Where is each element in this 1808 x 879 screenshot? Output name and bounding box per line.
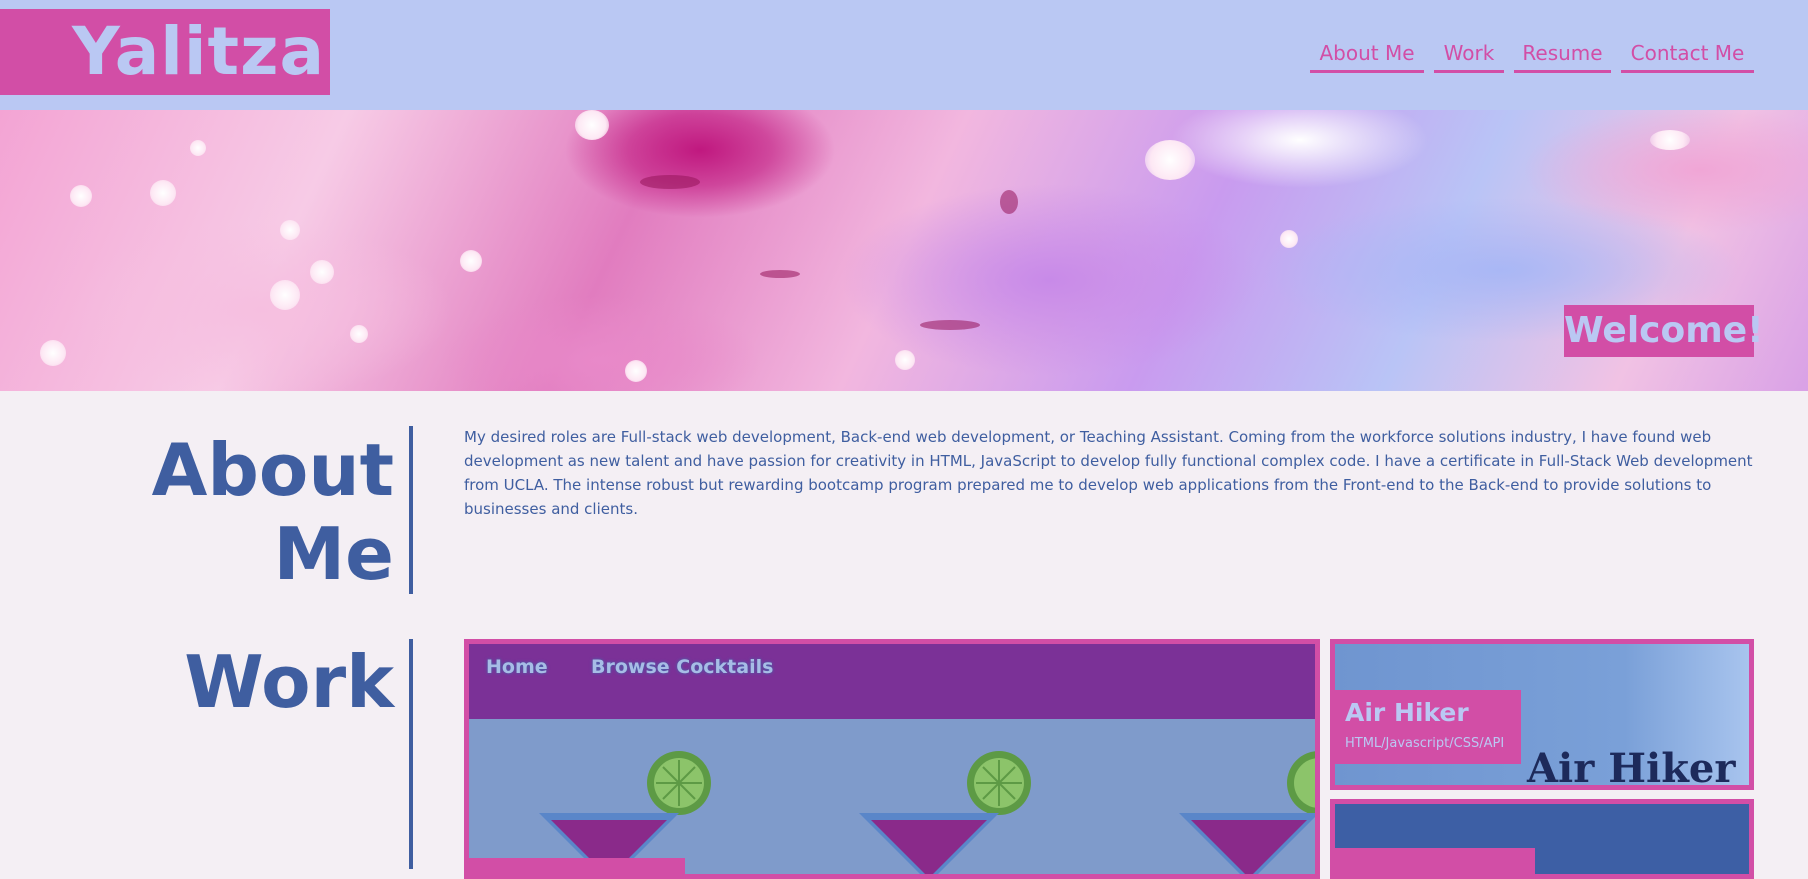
welcome-badge: Welcome! bbox=[1564, 305, 1764, 357]
bubble bbox=[350, 325, 368, 343]
card-label: Air Hiker HTML/Javascript/CSS/API bbox=[1335, 690, 1521, 764]
bubble bbox=[625, 360, 647, 382]
cocktail-glass-icon bbox=[1179, 751, 1315, 874]
project-card-3[interactable] bbox=[1330, 799, 1754, 879]
about-title: About Me bbox=[152, 428, 394, 596]
bubble bbox=[280, 220, 300, 240]
air-hiker-image-text: Air Hiker bbox=[1527, 745, 1736, 790]
cocktail-app-nav: Home Browse Cocktails bbox=[469, 644, 1315, 719]
card-label bbox=[1335, 848, 1535, 874]
bubble bbox=[40, 340, 66, 366]
nav-resume[interactable]: Resume bbox=[1514, 38, 1611, 73]
work-divider bbox=[409, 639, 413, 869]
bubble bbox=[895, 350, 915, 370]
card-title: Air Hiker bbox=[1345, 698, 1469, 727]
nav-contact-me[interactable]: Contact Me bbox=[1621, 38, 1754, 73]
bubble bbox=[310, 260, 334, 284]
bubble bbox=[460, 250, 482, 272]
bubble bbox=[1280, 230, 1298, 248]
cocktail-nav-home[interactable]: Home bbox=[486, 656, 548, 678]
bubble bbox=[1145, 140, 1195, 180]
cocktail-glass-icon bbox=[859, 751, 1031, 874]
paint-streak bbox=[1000, 190, 1018, 214]
paint-streak bbox=[920, 320, 980, 330]
bubble bbox=[1650, 130, 1690, 150]
main-nav: About Me Work Resume Contact Me bbox=[0, 38, 1808, 74]
site-header: Yalitza About Me Work Resume Contact Me bbox=[0, 0, 1808, 110]
nav-work[interactable]: Work bbox=[1434, 38, 1504, 73]
work-title: Work bbox=[184, 640, 394, 724]
cocktail-nav-browse[interactable]: Browse Cocktails bbox=[591, 656, 773, 678]
about-divider bbox=[409, 426, 413, 594]
about-text: My desired roles are Full-stack web deve… bbox=[464, 428, 1753, 518]
card-label bbox=[469, 858, 685, 874]
bubble bbox=[270, 280, 300, 310]
paint-streak bbox=[640, 175, 700, 189]
bubble bbox=[575, 110, 609, 140]
paint-streak bbox=[760, 270, 800, 278]
nav-about-me[interactable]: About Me bbox=[1310, 38, 1424, 73]
project-card-air-hiker[interactable]: Air Hiker HTML/Javascript/CSS/API Air Hi… bbox=[1330, 639, 1754, 790]
bubble bbox=[150, 180, 176, 206]
about-title-line1: About bbox=[151, 428, 394, 512]
project-card-cocktails[interactable]: Home Browse Cocktails bbox=[464, 639, 1320, 879]
card-subtitle: HTML/Javascript/CSS/API bbox=[1345, 736, 1505, 751]
bubble bbox=[190, 140, 206, 156]
about-title-line2: Me bbox=[273, 512, 394, 596]
bubble bbox=[70, 185, 92, 207]
hero-banner bbox=[0, 110, 1808, 391]
